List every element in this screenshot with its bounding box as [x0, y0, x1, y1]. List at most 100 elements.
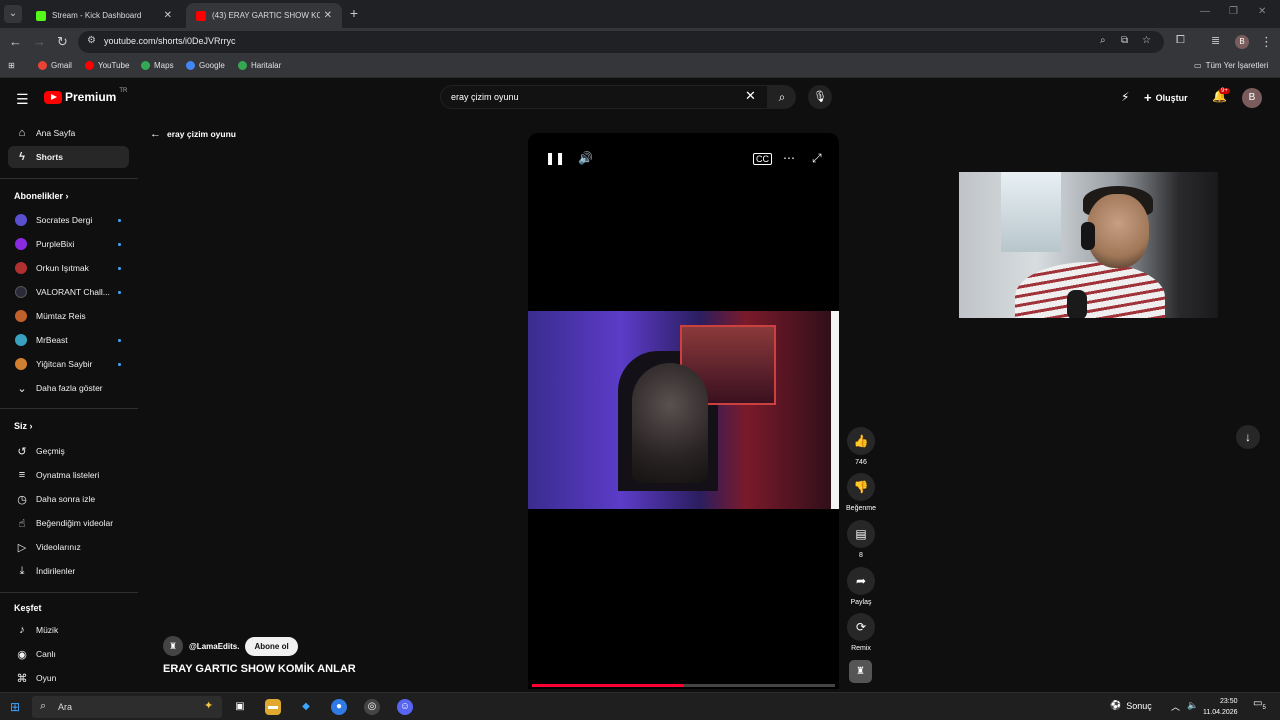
sidebar-item-live[interactable]: ◉ Canlı: [8, 643, 129, 665]
bookmark-gmail[interactable]: Gmail: [38, 61, 72, 70]
forward-icon[interactable]: →: [33, 34, 46, 49]
volume-icon[interactable]: 🔊: [578, 151, 593, 165]
taskbar-clock[interactable]: 23:50 11.04.2026: [1203, 696, 1238, 718]
channel-thumbnail[interactable]: ♜: [849, 660, 872, 683]
channel-row: ♜ @LamaEdits. Abone ol: [163, 636, 298, 656]
voice-search-button[interactable]: 🎙: [808, 85, 832, 109]
more-options-icon[interactable]: ⋯: [783, 151, 795, 165]
sidebar-item-subscription[interactable]: Orkun Işıtmak: [8, 257, 129, 279]
dislike-button[interactable]: 👎 Beğenme: [841, 473, 881, 512]
create-button[interactable]: + Oluştur: [1144, 90, 1188, 105]
pause-icon[interactable]: ❚❚: [545, 151, 565, 165]
sidebar-item-music[interactable]: ♪ Müzik: [8, 619, 129, 641]
reload-icon[interactable]: ↻: [57, 34, 68, 50]
extensions-icon[interactable]: ⧠: [1176, 34, 1185, 47]
sidebar-item-home[interactable]: ⌂ Ana Sayfa: [8, 122, 129, 144]
share-button[interactable]: ➦ Paylaş: [846, 567, 876, 606]
maps-icon: [238, 61, 247, 70]
tab-search-button[interactable]: ⌄: [4, 5, 22, 23]
sidebar-item-label: Beğendiğim videolar: [36, 518, 114, 528]
sidebar-item-watch-later[interactable]: ◷ Daha sonra izle: [8, 488, 129, 510]
close-tab-icon[interactable]: ✕: [164, 10, 172, 21]
sidebar-item-downloads[interactable]: ⤓ İndirilenler: [8, 560, 129, 582]
captions-icon[interactable]: CC: [753, 153, 772, 165]
sidebar-item-your-videos[interactable]: ▷ Videolarınız: [8, 536, 129, 558]
file-explorer-icon[interactable]: ▬: [265, 699, 281, 715]
tab-kick-dashboard[interactable]: Stream - Kick Dashboard ✕: [26, 3, 182, 28]
sidebar-item-subscription[interactable]: Socrates Dergi: [8, 209, 129, 231]
account-avatar[interactable]: B: [1242, 88, 1262, 108]
all-bookmarks[interactable]: ▭ Tüm Yer İşaretleri: [1194, 61, 1268, 70]
browser-menu-icon[interactable]: ⋮: [1260, 34, 1273, 50]
notification-center-icon[interactable]: ▭5: [1253, 698, 1266, 711]
sidebar-item-subscription[interactable]: PurpleBixi: [8, 233, 129, 255]
show-more-button[interactable]: ⌄ Daha fazla göster: [8, 377, 129, 399]
tray-overflow-icon[interactable]: ︿: [1171, 700, 1180, 713]
cast-icon[interactable]: ⚡: [1121, 90, 1129, 104]
media-controls-icon[interactable]: ≣: [1211, 34, 1220, 47]
bookmark-star-icon[interactable]: ☆: [1142, 35, 1151, 46]
fullscreen-icon[interactable]: ⤢: [812, 151, 822, 166]
sidebar-item-label: Daha fazla göster: [36, 383, 103, 393]
google-icon: [186, 61, 195, 70]
browser-profile-avatar[interactable]: B: [1235, 35, 1249, 49]
apps-grid-icon[interactable]: ⊞: [8, 61, 15, 70]
task-view-icon[interactable]: ▣: [232, 699, 248, 715]
shorts-player[interactable]: ❚❚ 🔊 CC ⋯ ⤢: [528, 133, 839, 689]
you-heading[interactable]: Siz ›: [14, 421, 33, 431]
search-input[interactable]: [451, 92, 741, 102]
comments-button[interactable]: ▤ 8: [846, 520, 876, 559]
channel-avatar[interactable]: ♜: [163, 636, 183, 656]
bookmark-haritalar[interactable]: Haritalar: [238, 61, 281, 70]
minimize-icon[interactable]: —: [1200, 6, 1210, 17]
sidebar-item-subscription[interactable]: Yiğitcan Saybir: [8, 353, 129, 375]
zoom-icon[interactable]: ⌕: [1100, 35, 1106, 46]
speaker-icon[interactable]: 🔈: [1187, 700, 1198, 711]
remix-button[interactable]: ⟳ Remix: [846, 613, 876, 652]
back-to-search-link[interactable]: ← eray çizim oyunu: [150, 128, 236, 140]
sidebar-item-gaming[interactable]: ⌘ Oyun: [8, 667, 129, 689]
sidebar-item-history[interactable]: ↺ Geçmiş: [8, 440, 129, 462]
sidebar-item-shorts[interactable]: ϟ Shorts: [8, 146, 129, 168]
sidebar-item-playlists[interactable]: ≡ Oynatma listeleri: [8, 464, 129, 486]
site-info-icon[interactable]: ⚙: [87, 35, 96, 46]
arrow-down-icon: ↓: [1245, 430, 1251, 444]
next-short-button[interactable]: ↓: [1236, 425, 1260, 449]
taskbar-search[interactable]: ⌕ Ara ✦: [32, 696, 222, 718]
sidebar-item-subscription[interactable]: Mümtaz Reis: [8, 305, 129, 327]
subscribe-button[interactable]: Abone ol: [245, 636, 298, 656]
history-icon: ↺: [17, 445, 27, 458]
new-tab-button[interactable]: +: [346, 5, 362, 21]
close-tab-icon[interactable]: ✕: [324, 10, 332, 21]
sidebar-item-label: VALORANT Chall...: [36, 287, 110, 297]
bookmark-maps[interactable]: Maps: [141, 61, 174, 70]
taskbar-search-placeholder: Ara: [58, 702, 73, 712]
back-icon[interactable]: ←: [9, 34, 22, 49]
video-title[interactable]: ERAY GARTIC SHOW KOMİK ANLAR: [163, 663, 356, 675]
app-icon[interactable]: ◆: [298, 699, 314, 715]
subscriptions-heading[interactable]: Abonelikler ›: [14, 191, 69, 201]
chrome-icon[interactable]: ●: [331, 699, 347, 715]
sidebar-item-liked-videos[interactable]: ☝ Beğendiğim videolar: [8, 512, 129, 534]
search-button[interactable]: ⌕: [768, 85, 796, 109]
sidebar-item-subscription[interactable]: VALORANT Chall...: [8, 281, 129, 303]
install-app-icon[interactable]: ⧉: [1121, 35, 1128, 46]
weather-widget[interactable]: ⚽ Sonuç: [1110, 700, 1152, 711]
obs-icon[interactable]: ◎: [364, 699, 380, 715]
restore-icon[interactable]: ❐: [1229, 6, 1238, 17]
discord-icon[interactable]: ☺: [397, 699, 413, 715]
close-window-icon[interactable]: ✕: [1258, 6, 1266, 17]
tab-youtube-shorts[interactable]: (43) ERAY GARTIC SHOW KOMİK ANLAR ✕: [186, 3, 342, 28]
menu-icon[interactable]: ☰: [16, 91, 29, 108]
like-button[interactable]: 👍 746: [846, 427, 876, 466]
bookmark-youtube[interactable]: YouTube: [85, 61, 129, 70]
clear-search-icon[interactable]: ✕: [745, 88, 756, 104]
sidebar-item-subscription[interactable]: MrBeast: [8, 329, 129, 351]
windows-start-icon[interactable]: ⊞: [10, 700, 20, 714]
progress-bar[interactable]: [532, 684, 835, 687]
youtube-premium-logo[interactable]: Premium TR: [44, 88, 127, 104]
subscriptions-title: Abonelikler: [14, 191, 64, 201]
omnibox[interactable]: ⚙ youtube.com/shorts/i0DeJVRrryc ⌕ ⧉ ☆: [78, 31, 1164, 53]
channel-name[interactable]: @LamaEdits.: [189, 642, 239, 651]
bookmark-google[interactable]: Google: [186, 61, 225, 70]
